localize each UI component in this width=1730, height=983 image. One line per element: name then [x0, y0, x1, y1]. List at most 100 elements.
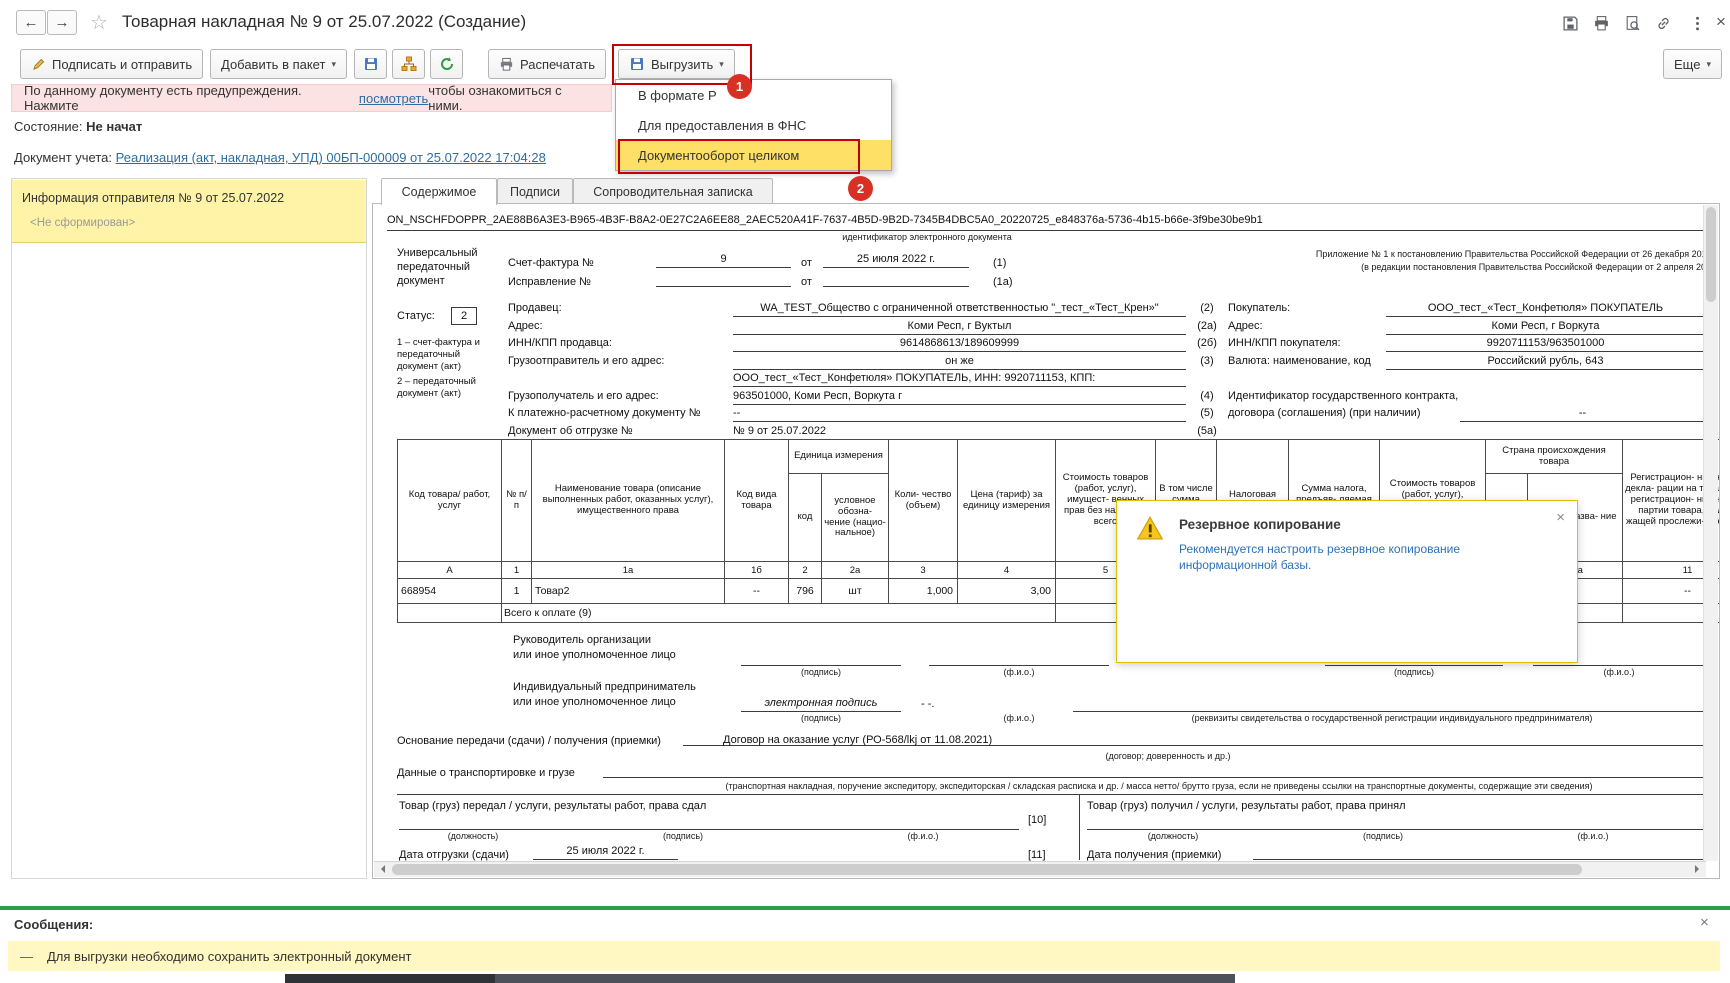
- scroll-left-arrow[interactable]: [377, 865, 385, 873]
- structure-button[interactable]: [392, 49, 425, 79]
- message-bullet: —: [20, 948, 33, 964]
- received-sign-line: [1087, 814, 1707, 830]
- col-header-num: № п/п: [501, 439, 532, 562]
- refresh-button[interactable]: [430, 49, 463, 79]
- save-document-button[interactable]: [354, 49, 387, 79]
- col-header-unit-code: код: [788, 473, 822, 562]
- menu-item-format[interactable]: В формате Р: [616, 80, 891, 110]
- table-cell: Товар2: [531, 578, 725, 604]
- sign-and-send-button[interactable]: Подписать и отправить: [20, 49, 204, 79]
- electronic-doc-id: ON_NSCHFDOPPR_2AE88B6A3E3-B965-4B3F-B8A2…: [387, 214, 1705, 231]
- forward-button[interactable]: →: [47, 10, 77, 35]
- party-row-seller: Продавец: WA_TEST_Общество с ограниченной…: [508, 300, 1705, 317]
- backup-notification-popup: Резервное копирование Рекомендуется наст…: [1116, 500, 1578, 663]
- ship-date-label: Дата отгрузки (сдачи): [399, 849, 509, 861]
- form-value: --: [1460, 405, 1705, 422]
- table-cell: 3: [888, 561, 959, 579]
- export-button[interactable]: Выгрузить ▾: [618, 49, 735, 79]
- vertical-scrollbar-thumb[interactable]: [1706, 207, 1716, 302]
- tab-signatures[interactable]: Подписи: [497, 178, 573, 204]
- view-warnings-link[interactable]: посмотреть: [359, 91, 428, 106]
- receive-date-label: Дата получения (приемки): [1087, 849, 1222, 861]
- message-item[interactable]: — Для выгрузки необходимо сохранить элек…: [8, 941, 1720, 971]
- signature-caption: (подпись): [1362, 831, 1404, 841]
- close-icon[interactable]: ×: [1708, 10, 1730, 34]
- more-vert-icon[interactable]: [1684, 11, 1710, 35]
- table-cell: 3,00: [957, 578, 1057, 604]
- form-value: 963501000, Коми Респ, Воркута г: [733, 388, 1186, 405]
- accounting-doc-line: Документ учета: Реализация (акт, накладн…: [14, 150, 546, 165]
- annotation-badge-1: 1: [727, 74, 752, 99]
- refresh-icon: [439, 56, 455, 72]
- ip-sign-label-2: или иное уполномоченное лицо: [513, 696, 676, 708]
- head-sign-label-2: или иное уполномоченное лицо: [513, 649, 676, 661]
- save-icon[interactable]: [1557, 11, 1583, 35]
- popup-message-link[interactable]: Рекомендуется настроить резервное копиро…: [1179, 541, 1509, 573]
- chevron-down-icon: ▾: [719, 58, 724, 69]
- form-code: (5): [1200, 407, 1214, 419]
- footer-vertical-divider: [1079, 794, 1080, 860]
- col-header-unit: Единица измерения: [787, 439, 890, 474]
- sender-info-item[interactable]: Информация отправителя № 9 от 25.07.2022…: [12, 180, 366, 243]
- menu-item-full-docflow[interactable]: Документооборот целиком: [616, 140, 891, 170]
- table-cell: 2а: [820, 561, 890, 579]
- print-icon[interactable]: [1588, 11, 1614, 35]
- page-title: Товарная накладная № 9 от 25.07.2022 (Со…: [122, 12, 527, 31]
- ip-sign-label-1: Индивидуальный предприниматель: [513, 681, 696, 693]
- fio-caption: (ф.и.о.): [1577, 831, 1609, 841]
- messages-separator: [0, 906, 1730, 910]
- tab-content-label: Содержимое: [401, 185, 477, 199]
- invoice-code: (1): [993, 257, 1007, 269]
- signature-line: [929, 650, 1109, 666]
- form-value: ООО_тест_«Тест_Конфетюля» ПОКУПАТЕЛЬ: [1386, 300, 1705, 317]
- print-document-button[interactable]: Распечатать: [488, 49, 607, 79]
- ref-11: [11]: [1028, 849, 1046, 861]
- ip-registration-caption: (реквизиты свидетельства о государственн…: [1191, 713, 1593, 723]
- tab-cover-note[interactable]: Сопроводительная записка: [573, 178, 773, 204]
- tab-signatures-label: Подписи: [510, 184, 560, 199]
- table-cell: 1,000: [888, 578, 959, 604]
- favorite-star-icon[interactable]: ☆: [90, 10, 108, 35]
- sender-info-subtitle: <Не сформирован>: [30, 217, 136, 229]
- menu-item-fns[interactable]: Для предоставления в ФНС: [616, 110, 891, 140]
- party-row-inn: ИНН/КПП продавца: 9614868613/189609999 (2б…: [508, 335, 1705, 352]
- table-cell: 668954: [397, 578, 502, 604]
- form-label: Грузоотправитель и его адрес:: [508, 355, 665, 367]
- messages-close-icon[interactable]: ×: [1700, 914, 1709, 931]
- fio-caption: (ф.и.о.): [1603, 667, 1635, 677]
- horizontal-scrollbar-thumb[interactable]: [392, 864, 1582, 875]
- accounting-doc-link[interactable]: Реализация (акт, накладная, УПД) 00БП-00…: [116, 150, 546, 165]
- form-value: он же: [733, 353, 1186, 370]
- form-value: 9614868613/189609999: [733, 335, 1186, 352]
- more-button[interactable]: Еще ▾: [1663, 49, 1722, 79]
- link-icon[interactable]: [1650, 11, 1676, 35]
- status-label: Состояние:: [14, 119, 83, 134]
- vertical-scrollbar[interactable]: [1703, 205, 1718, 861]
- basis-label: Основание передачи (сдачи) / получения (…: [397, 735, 661, 747]
- form-label: ИНН/КПП покупателя:: [1228, 337, 1341, 349]
- ref-10: [10]: [1028, 814, 1047, 826]
- taskbar-strip: [285, 974, 495, 983]
- receive-date-line: [1253, 844, 1707, 860]
- preview-icon[interactable]: [1619, 11, 1645, 35]
- handed-title: Товар (груз) передал / услуги, результат…: [399, 800, 707, 812]
- table-cell: 1: [501, 578, 532, 604]
- floppy-export-icon: [629, 56, 645, 72]
- chevron-down-icon: ▾: [1706, 58, 1711, 69]
- signature-caption: (подпись): [662, 831, 704, 841]
- annotation-badge-2: 2: [848, 176, 873, 201]
- table-cell: 2: [788, 561, 822, 579]
- org-chart-icon: [401, 56, 417, 72]
- scroll-right-arrow[interactable]: [1695, 865, 1703, 873]
- tab-content[interactable]: Содержимое: [381, 178, 497, 205]
- invoice-from-label: от: [801, 257, 812, 269]
- basis-caption: (договор; доверенность и др.): [1105, 751, 1231, 761]
- accounting-doc-label: Документ учета:: [14, 150, 113, 165]
- form-label: Валюта: наименование, код: [1228, 355, 1371, 367]
- add-to-package-button[interactable]: Добавить в пакет ▾: [210, 49, 347, 79]
- horizontal-scrollbar[interactable]: [374, 861, 1706, 877]
- form-label: Документ об отгрузке №: [508, 425, 633, 437]
- popup-close-icon[interactable]: ×: [1556, 509, 1565, 526]
- signature-line: [741, 650, 901, 666]
- back-button[interactable]: ←: [16, 10, 46, 35]
